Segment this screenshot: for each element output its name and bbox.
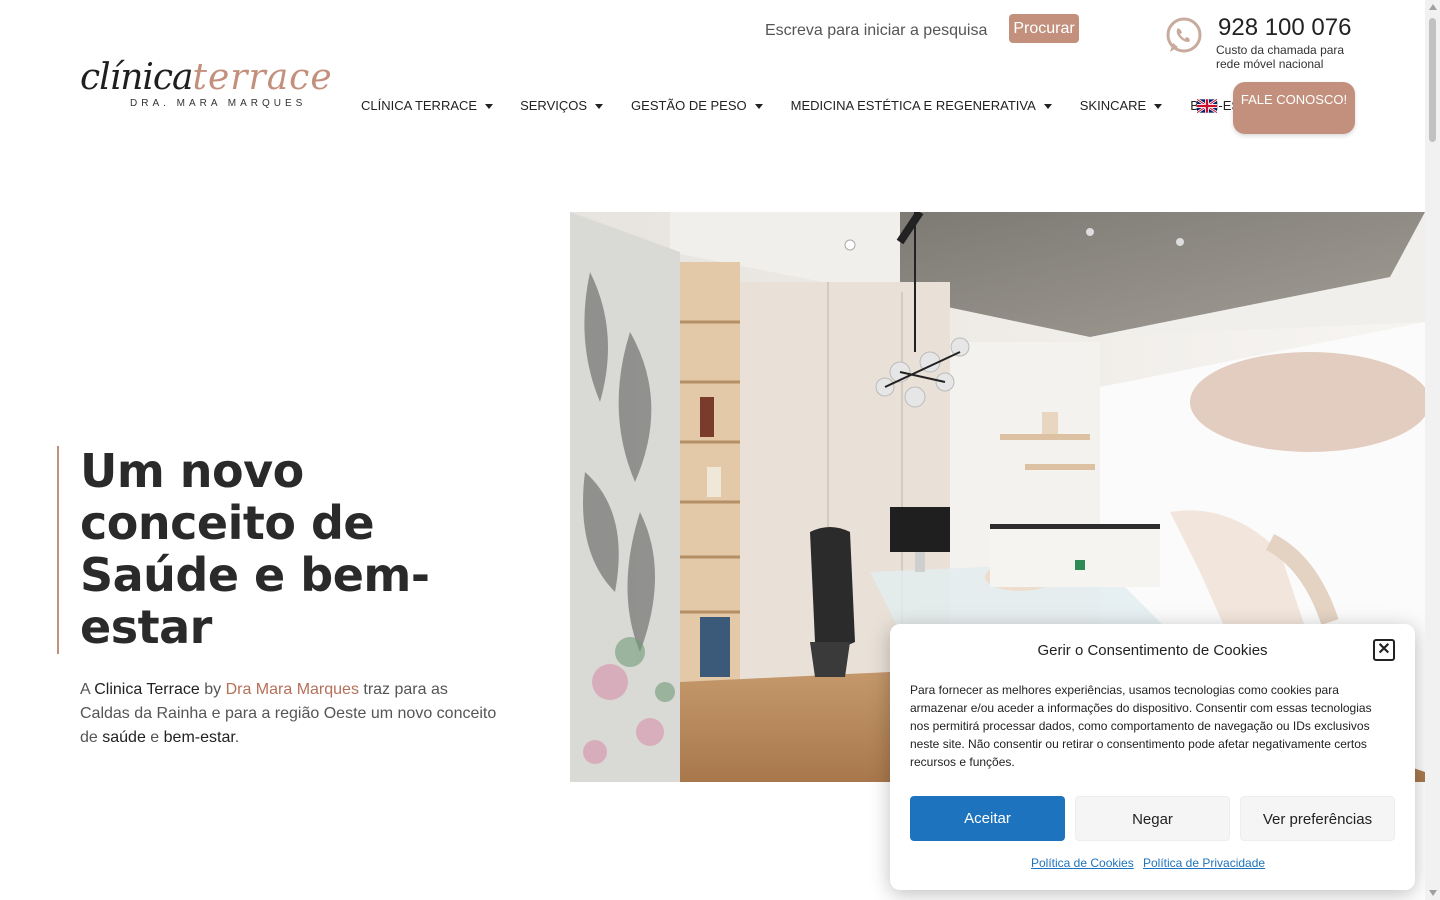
accept-cookies-button[interactable]: Aceitar bbox=[910, 796, 1065, 841]
hero-title: Um novo conceito de Saúde e bem-estar bbox=[80, 444, 430, 654]
cookie-modal-body: Para fornecer as melhores experiências, … bbox=[910, 683, 1372, 769]
close-icon[interactable]: ✕ bbox=[1373, 639, 1395, 661]
search-input[interactable] bbox=[765, 20, 1005, 42]
caret-down-icon bbox=[595, 104, 604, 109]
deny-cookies-button[interactable]: Negar bbox=[1075, 796, 1230, 841]
contact-us-button[interactable]: FALE CONOSCO! bbox=[1233, 82, 1355, 134]
nav-label: CLÍNICA TERRACE bbox=[361, 98, 478, 113]
hero-text-part: by bbox=[199, 681, 226, 698]
hero-text-part: . bbox=[234, 729, 240, 746]
nav-label: SERVIÇOS bbox=[520, 98, 588, 113]
cookie-modal-title: Gerir o Consentimento de Cookies bbox=[1037, 642, 1268, 659]
nav-item-servicos[interactable]: SERVIÇOS bbox=[520, 98, 604, 113]
hero-text-part: e bbox=[145, 729, 164, 746]
cookie-consent-modal: Gerir o Consentimento de Cookies ✕ Para … bbox=[890, 624, 1415, 890]
clinica-terrace-logo[interactable]: clínicaterrace DRA. MARA MARQUES bbox=[80, 57, 332, 112]
hero-text-bold-bem-estar: bem-estar bbox=[163, 729, 235, 746]
logo-wordmark: clínicaterrace bbox=[80, 57, 332, 98]
phone-number[interactable]: 928 100 076 bbox=[1218, 14, 1351, 42]
logo-word-clinica: clínica bbox=[80, 57, 194, 98]
nav-label: MEDICINA ESTÉTICA E REGENERATIVA bbox=[790, 98, 1036, 113]
site-header: clínicaterrace DRA. MARA MARQUES Procura… bbox=[0, 0, 1425, 150]
scrollbar-thumb[interactable] bbox=[1429, 18, 1436, 142]
caret-down-icon bbox=[754, 104, 763, 109]
uk-flag-icon[interactable] bbox=[1197, 99, 1217, 113]
logo-word-terrace: terrace bbox=[192, 57, 333, 98]
caret-down-icon bbox=[485, 104, 494, 109]
hero-text-part: A bbox=[80, 681, 95, 698]
nav-item-skincare[interactable]: SKINCARE bbox=[1079, 98, 1163, 113]
phone-cost-note: Custo da chamada para rede móvel naciona… bbox=[1216, 43, 1345, 71]
privacy-policy-link[interactable]: Política de Privacidade bbox=[1143, 856, 1265, 870]
doctor-link[interactable]: Dra Mara Marques bbox=[226, 681, 359, 698]
view-preferences-button[interactable]: Ver preferências bbox=[1240, 796, 1395, 841]
hero-description: A Clinica Terrace by Dra Mara Marques tr… bbox=[80, 678, 500, 750]
nav-label: GESTÃO DE PESO bbox=[631, 98, 747, 113]
search-button[interactable]: Procurar bbox=[1009, 14, 1079, 43]
page-scrollbar[interactable] bbox=[1425, 0, 1440, 900]
scroll-down-arrow-icon[interactable] bbox=[1429, 890, 1437, 896]
hero-text-bold-saude: saúde bbox=[102, 729, 146, 746]
nav-item-clinica-terrace[interactable]: CLÍNICA TERRACE bbox=[361, 98, 494, 113]
cookie-policy-link[interactable]: Política de Cookies bbox=[1031, 856, 1134, 870]
whatsapp-icon[interactable] bbox=[1164, 16, 1204, 56]
hero-accent-bar bbox=[57, 446, 59, 654]
nav-label: SKINCARE bbox=[1079, 98, 1147, 113]
main-nav: CLÍNICA TERRACE SERVIÇOS GESTÃO DE PESO … bbox=[361, 98, 1282, 113]
hero-text-bold-clinic: Clinica Terrace bbox=[94, 681, 200, 698]
scroll-up-arrow-icon[interactable] bbox=[1429, 4, 1437, 10]
caret-down-icon bbox=[1154, 104, 1163, 109]
nav-item-medicina-estetica[interactable]: MEDICINA ESTÉTICA E REGENERATIVA bbox=[791, 98, 1052, 113]
caret-down-icon bbox=[1043, 104, 1052, 109]
nav-item-gestao-de-peso[interactable]: GESTÃO DE PESO bbox=[631, 98, 763, 113]
logo-subtitle: DRA. MARA MARQUES bbox=[130, 98, 307, 109]
